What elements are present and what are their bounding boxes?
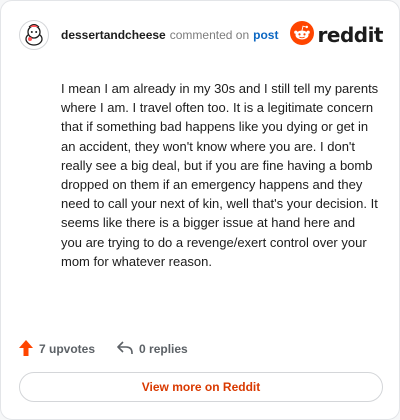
username-link[interactable]: dessertandcheese [61, 28, 166, 42]
comment-body: I mean I am already in my 30s and I stil… [61, 81, 379, 269]
snoo-avatar-icon[interactable] [19, 20, 49, 50]
reddit-snoo-icon [289, 20, 314, 50]
reply-button[interactable]: 0 replies [117, 340, 188, 358]
comment-meta: dessertandcheese commented on post [61, 28, 278, 42]
upvote-count: 7 upvotes [39, 342, 96, 356]
comment-header: dessertandcheese commented on post reddi… [19, 17, 384, 53]
comment-actions: 7 upvotes 0 replies [19, 338, 188, 360]
upvote-arrow-icon [19, 339, 33, 359]
reddit-wordmark: reddit [317, 23, 384, 47]
reddit-embed-card: dessertandcheese commented on post reddi… [0, 0, 400, 420]
reply-count: 0 replies [139, 342, 188, 356]
reddit-logo[interactable]: reddit [289, 20, 384, 50]
view-more-button[interactable]: View more on Reddit [19, 372, 383, 402]
reply-arrow-icon [117, 340, 133, 358]
post-link[interactable]: post [253, 28, 278, 42]
action-text: commented on [169, 28, 250, 42]
upvote-button[interactable]: 7 upvotes [19, 339, 96, 359]
